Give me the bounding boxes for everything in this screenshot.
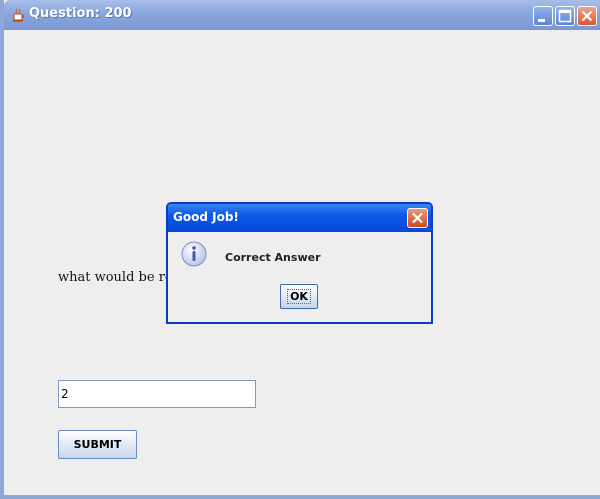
dialog-close-button[interactable] xyxy=(407,208,428,228)
good-job-dialog: Good Job! Correct Answer OK xyxy=(166,202,433,324)
dialog-title: Good Job! xyxy=(173,210,239,224)
dialog-titlebar[interactable]: Good Job! xyxy=(168,204,431,232)
window-title: Question: 200 xyxy=(29,6,132,21)
maximize-icon xyxy=(558,9,572,23)
info-icon xyxy=(181,241,207,267)
window-titlebar[interactable]: Question: 200 xyxy=(4,0,600,30)
minimize-icon xyxy=(538,19,545,22)
answer-input[interactable] xyxy=(58,380,256,408)
dialog-message: Correct Answer xyxy=(225,251,321,264)
close-button[interactable] xyxy=(577,6,597,26)
close-icon xyxy=(412,212,423,224)
minimize-button[interactable] xyxy=(533,6,553,26)
ok-button-label: OK xyxy=(287,289,311,304)
ok-button[interactable]: OK xyxy=(280,284,318,309)
close-icon xyxy=(581,10,593,22)
maximize-button[interactable] xyxy=(555,6,575,26)
java-cup-icon xyxy=(13,8,24,22)
submit-button[interactable]: SUBMIT xyxy=(58,430,137,459)
